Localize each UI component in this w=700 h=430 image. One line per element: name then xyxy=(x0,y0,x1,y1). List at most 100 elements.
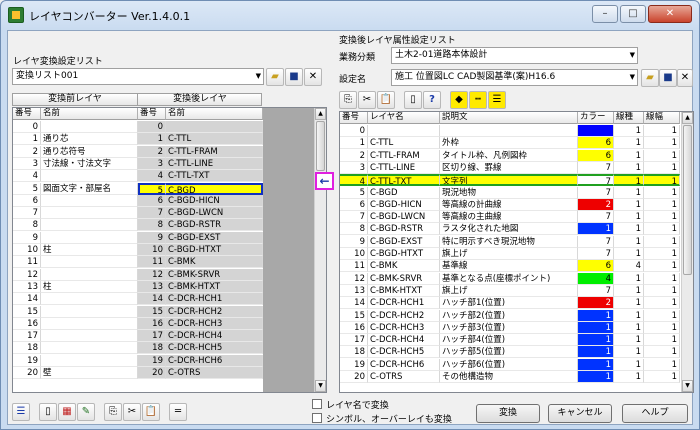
cell-color[interactable]: 7 xyxy=(578,248,614,260)
cell-name-before[interactable]: 図面文字・部屋名 xyxy=(41,182,138,195)
cell-color[interactable]: 1 xyxy=(578,346,614,359)
table-row[interactable]: 12 C-BMK-SRVR 基準となる点(座標ポイント) 4 1 1 xyxy=(340,272,680,285)
table-row[interactable]: 6 C-BGD-HICN 等高線の計曲線 2 1 1 xyxy=(340,198,680,211)
cell-number-before[interactable]: 3 xyxy=(13,157,41,170)
cell-color[interactable]: 7 xyxy=(578,211,614,224)
new-button[interactable]: ▯ xyxy=(404,91,422,109)
cell-number-before[interactable]: 5 xyxy=(13,182,41,195)
table-row[interactable]: 15 15 C-DCR-HCH2 xyxy=(13,305,263,318)
cell-line-width[interactable]: 1 xyxy=(644,358,680,371)
table-row[interactable]: 17 17 C-DCR-HCH4 xyxy=(13,330,263,343)
table-row[interactable]: 15 C-DCR-HCH2 ハッチ部2(位置) 1 1 1 xyxy=(340,309,680,322)
cell-name-after[interactable]: C-BMK-HTXT xyxy=(166,280,263,293)
cell-name-after[interactable] xyxy=(166,121,263,133)
cell-number-before[interactable]: 2 xyxy=(13,145,41,158)
cell-line-type[interactable]: 1 xyxy=(614,297,644,310)
cut-button[interactable]: ✂ xyxy=(358,91,376,109)
cell-number-after[interactable]: 15 xyxy=(138,305,166,318)
scroll-thumb[interactable] xyxy=(683,125,692,275)
cell-name-after[interactable]: C-BGD-EXST xyxy=(166,231,263,244)
table-row[interactable]: 16 16 C-DCR-HCH3 xyxy=(13,317,263,330)
cell-number-before[interactable]: 19 xyxy=(13,354,41,367)
cell-line-width[interactable]: 1 xyxy=(644,211,680,224)
cell-number-before[interactable]: 16 xyxy=(13,317,41,330)
cell-line-width[interactable]: 1 xyxy=(644,321,680,334)
right-attr-grid[interactable]: 番号 レイヤ名 説明文 カラー 線種 線幅 0 1 1 1 C-TTL 外枠 6 1 1 2 C-T… xyxy=(339,111,694,393)
cell-color[interactable]: 7 xyxy=(578,174,614,187)
cell-layer-name[interactable]: C-TTL-LINE xyxy=(368,161,440,174)
cell-number-after[interactable]: 1 xyxy=(138,133,166,146)
cell-description[interactable]: 文字列 xyxy=(440,174,578,187)
cell-color[interactable]: 1 xyxy=(578,358,614,371)
cell-number-after[interactable]: 7 xyxy=(138,207,166,220)
cell-number-before[interactable]: 4 xyxy=(13,170,41,183)
minimize-button[interactable]: – xyxy=(592,5,618,23)
table-row[interactable]: 9 C-BGD-EXST 特に明示すべき現況地物 7 1 1 xyxy=(340,235,680,248)
cell-layer-name[interactable]: C-DCR-HCH2 xyxy=(368,309,440,322)
cell-number-before[interactable]: 8 xyxy=(13,219,41,232)
attr-save-button[interactable]: ■ xyxy=(659,69,677,87)
table-row[interactable]: 11 11 C-BMK xyxy=(13,256,263,269)
cell-name-after[interactable]: C-DCR-HCH2 xyxy=(166,305,263,318)
cell-layer-name[interactable]: C-DCR-HCH6 xyxy=(368,358,440,371)
cell-layer-name[interactable]: C-DCR-HCH4 xyxy=(368,334,440,347)
cell-number-after[interactable]: 13 xyxy=(138,280,166,293)
cell-line-width[interactable]: 1 xyxy=(644,248,680,260)
cell-line-type[interactable]: 1 xyxy=(614,272,644,285)
cell-name-before[interactable]: 柱 xyxy=(41,280,138,293)
table-row[interactable]: 10 C-BGD-HTXT 旗上げ 7 1 1 xyxy=(340,248,680,260)
right-col-line-width[interactable]: 線幅 xyxy=(644,112,680,124)
cell-line-type[interactable]: 1 xyxy=(614,284,644,297)
left-col-number-after[interactable]: 番号 xyxy=(138,108,166,120)
cell-number[interactable]: 2 xyxy=(340,149,368,162)
cell-description[interactable]: 外枠 xyxy=(440,137,578,150)
table-row[interactable]: 7 7 C-BGD-LWCN xyxy=(13,207,263,220)
table-row[interactable]: 17 C-DCR-HCH4 ハッチ部4(位置) 1 1 1 xyxy=(340,334,680,347)
cell-line-type[interactable]: 4 xyxy=(614,260,644,273)
cell-description[interactable]: 現況地物 xyxy=(440,186,578,199)
cell-color[interactable]: 2 xyxy=(578,297,614,310)
cell-line-type[interactable]: 1 xyxy=(614,137,644,150)
cell-number-before[interactable]: 11 xyxy=(13,256,41,269)
bottom-cut-button[interactable]: ✂ xyxy=(123,403,141,421)
cell-line-type[interactable]: 1 xyxy=(614,174,644,187)
bottom-paste-button[interactable]: 📋 xyxy=(142,403,160,421)
right-grid-scrollbar[interactable]: ▲ ▼ xyxy=(681,112,693,392)
cell-number-before[interactable]: 14 xyxy=(13,293,41,306)
cell-name-after[interactable]: C-TTL-FRAM xyxy=(166,145,263,158)
left-col-name-after[interactable]: 名前 xyxy=(166,108,263,120)
cell-number-before[interactable]: 18 xyxy=(13,342,41,355)
cell-layer-name[interactable]: C-BMK-HTXT xyxy=(368,284,440,297)
cell-number-after[interactable]: 17 xyxy=(138,330,166,343)
table-row[interactable]: 3 寸法線・寸法文字 3 C-TTL-LINE xyxy=(13,157,263,170)
cell-line-type[interactable]: 1 xyxy=(614,248,644,260)
fill-color-button[interactable]: ◆ xyxy=(450,91,468,109)
table-row[interactable]: 7 C-BGD-LWCN 等高線の主曲線 7 1 1 xyxy=(340,211,680,224)
cell-number[interactable]: 11 xyxy=(340,260,368,273)
cell-line-width[interactable]: 1 xyxy=(644,137,680,150)
cell-description[interactable]: 基準線 xyxy=(440,260,578,273)
cell-line-type[interactable]: 1 xyxy=(614,235,644,248)
cell-number-after[interactable]: 20 xyxy=(138,367,166,379)
table-row[interactable]: 4 C-TTL-TXT 文字列 7 1 1 xyxy=(340,174,680,187)
table-row[interactable]: 1 C-TTL 外枠 6 1 1 xyxy=(340,137,680,150)
cell-name-after[interactable]: C-TTL-LINE xyxy=(166,157,263,170)
cell-color[interactable]: 1 xyxy=(578,309,614,322)
cell-layer-name[interactable]: C-DCR-HCH3 xyxy=(368,321,440,334)
cell-layer-name[interactable]: C-BGD-HTXT xyxy=(368,248,440,260)
cell-name-after[interactable]: C-BGD-HTXT xyxy=(166,244,263,256)
cell-name-before[interactable]: 柱 xyxy=(41,244,138,256)
cell-line-type[interactable]: 1 xyxy=(614,334,644,347)
cell-line-type[interactable]: 1 xyxy=(614,346,644,359)
cell-description[interactable] xyxy=(440,125,578,137)
cell-description[interactable]: 旗上げ xyxy=(440,248,578,260)
save-button[interactable]: ■ xyxy=(285,68,303,86)
cell-description[interactable]: ハッチ部4(位置) xyxy=(440,334,578,347)
cell-name-before[interactable] xyxy=(41,219,138,232)
cell-name-before[interactable]: 寸法線・寸法文字 xyxy=(41,157,138,170)
scroll-down-icon[interactable]: ▼ xyxy=(315,380,326,392)
layer-name-convert-checkbox[interactable] xyxy=(312,399,322,409)
right-col-number[interactable]: 番号 xyxy=(340,112,368,124)
cell-name-after[interactable]: C-BMK xyxy=(166,256,263,269)
table-row[interactable]: 2 C-TTL-FRAM タイトル枠、凡例図枠 6 1 1 xyxy=(340,149,680,162)
